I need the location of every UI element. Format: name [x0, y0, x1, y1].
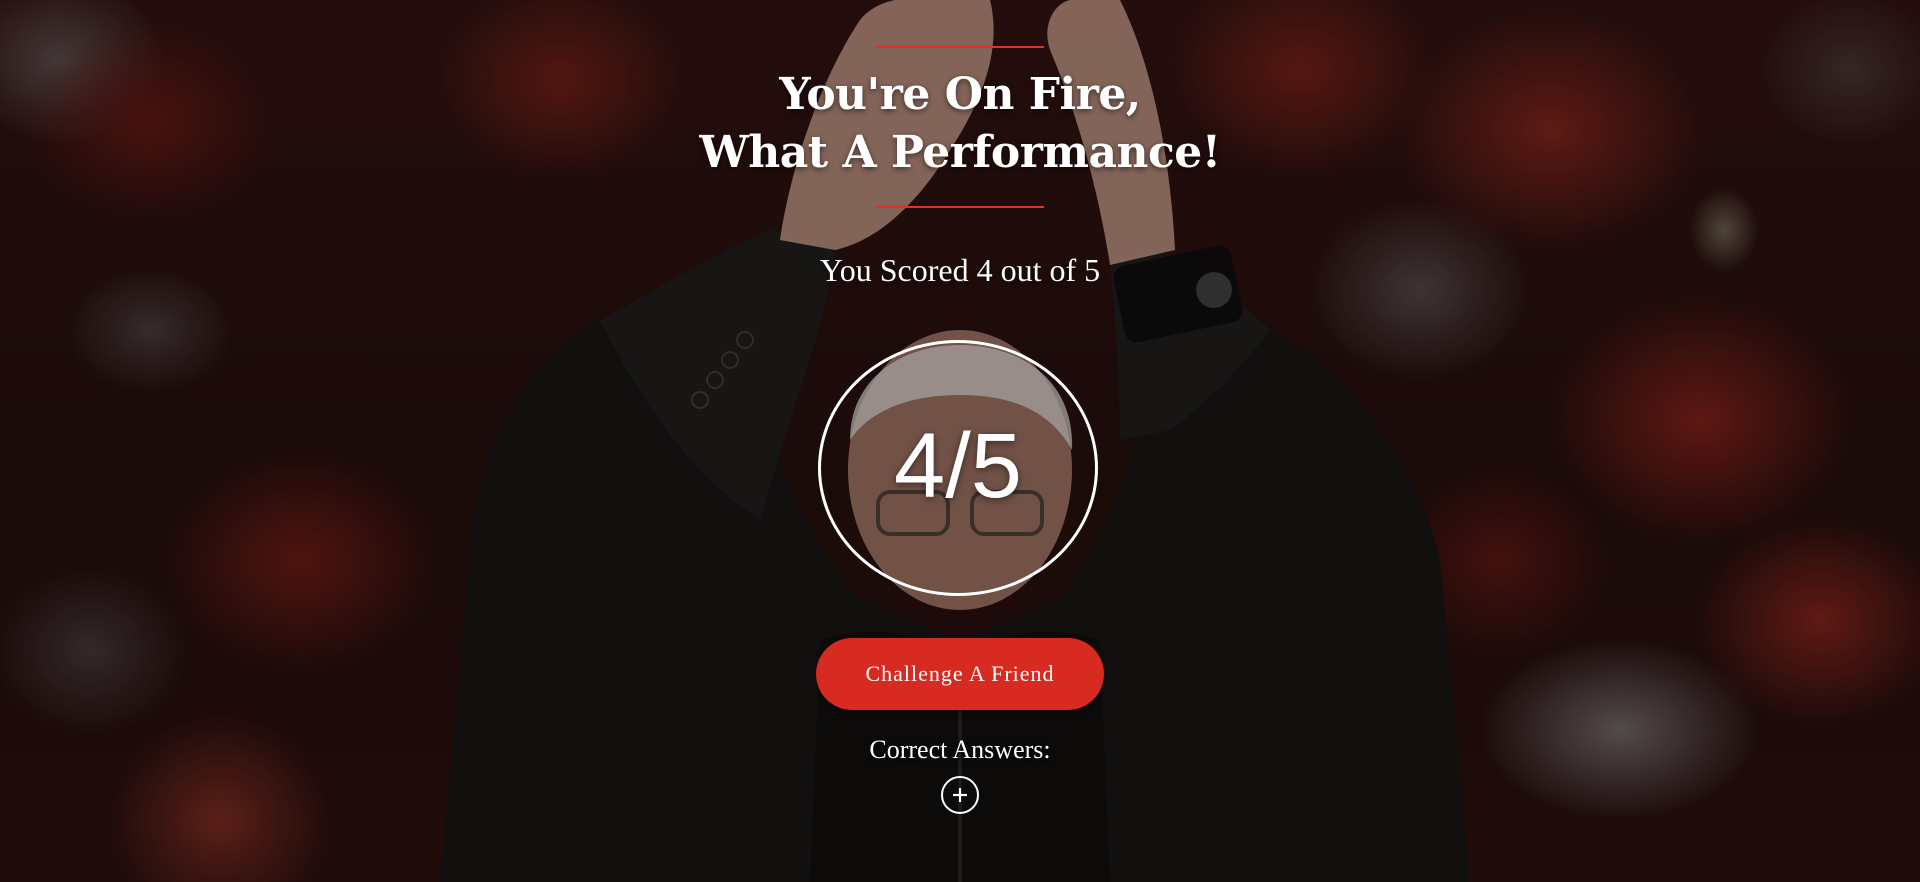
quiz-result-page: You're On Fire, What A Performance! You …: [0, 0, 1920, 882]
result-headline: You're On Fire, What A Performance!: [560, 66, 1360, 182]
correct-answers-label: Correct Answers:: [869, 735, 1051, 764]
score-circle: 4/5: [818, 340, 1098, 596]
headline-line-2: What A Performance!: [699, 127, 1221, 178]
headline-line-1: You're On Fire,: [779, 69, 1141, 120]
expand-answers-button[interactable]: [941, 776, 979, 814]
headline-top-rule: [876, 46, 1044, 48]
headline-bottom-rule: [876, 206, 1044, 208]
score-summary: You Scored 4 out of 5: [819, 252, 1101, 288]
result-panel: You're On Fire, What A Performance! You …: [0, 0, 1920, 882]
score-value: 4/5: [894, 415, 1022, 517]
challenge-friend-button[interactable]: Challenge A Friend: [816, 638, 1104, 710]
plus-circle-icon: [953, 788, 967, 802]
